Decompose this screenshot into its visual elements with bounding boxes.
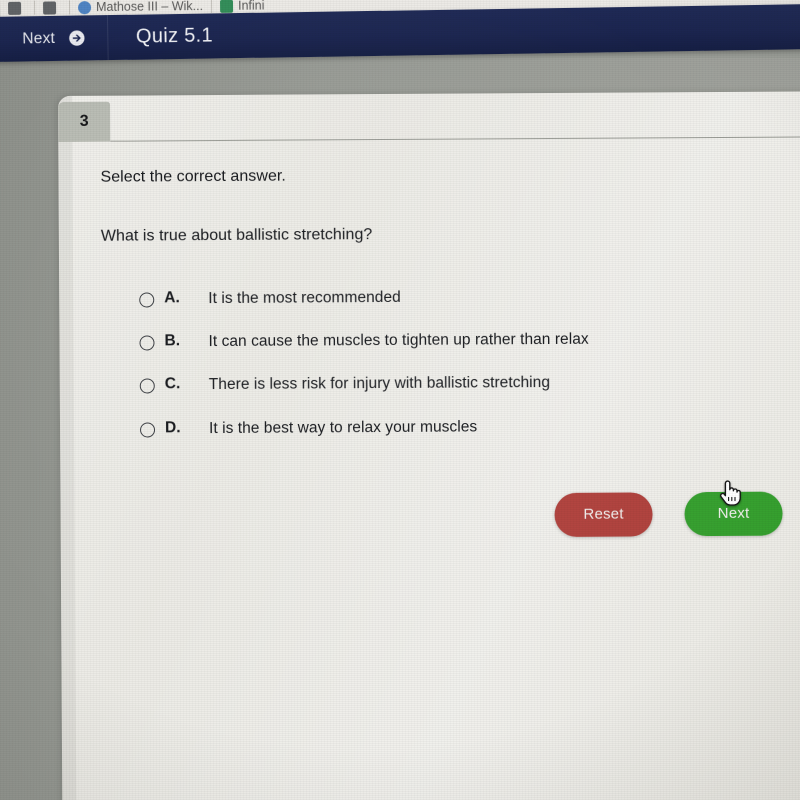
browser-tab[interactable]: [0, 1, 34, 15]
instruction-text: Select the correct answer.: [100, 167, 286, 186]
question-number: 3: [79, 112, 89, 130]
answer-options-list: A. It is the most recommended B. It can …: [139, 285, 792, 438]
question-header-rule: [110, 136, 800, 142]
question-body: Select the correct answer. What is true …: [100, 164, 792, 463]
option-text-d: It is the best way to relax your muscles: [208, 418, 478, 437]
answer-option-d[interactable]: D. It is the best way to relax your musc…: [139, 415, 792, 438]
option-letter-b: B.: [164, 332, 181, 350]
radio-button-c[interactable]: [139, 378, 155, 394]
option-letter-a: A.: [164, 288, 180, 306]
answer-option-b[interactable]: B. It can cause the muscles to tighten u…: [139, 328, 791, 351]
browser-tab[interactable]: Infini: [212, 0, 273, 13]
favicon-icon: [78, 0, 92, 14]
favicon-icon: [8, 1, 22, 15]
next-button[interactable]: Next: [684, 491, 783, 537]
action-button-row: Reset Next: [554, 491, 783, 537]
browser-tab-title: Infini: [237, 0, 265, 13]
quiz-title: Quiz 5.1: [135, 24, 214, 48]
option-letter-d: D.: [164, 418, 181, 437]
question-number-tab[interactable]: 3: [58, 101, 111, 142]
question-card: 3 Select the correct answer. What is tru…: [58, 91, 800, 800]
card-left-shading: [58, 95, 77, 800]
browser-tab-title: Mathose III – Wik...: [96, 0, 204, 15]
question-text: What is true about ballistic stretching?: [100, 225, 373, 245]
browser-tab[interactable]: [35, 0, 69, 15]
favicon-icon: [43, 0, 57, 15]
radio-button-d[interactable]: [139, 422, 156, 438]
option-text-b: It can cause the muscles to tighten up r…: [208, 330, 589, 351]
option-text-c: There is less risk for injury with balli…: [208, 374, 551, 394]
browser-tab[interactable]: Mathose III – Wik...: [70, 0, 211, 14]
radio-button-a[interactable]: [139, 292, 155, 308]
option-text-a: It is the most recommended: [208, 288, 401, 307]
reset-button[interactable]: Reset: [554, 492, 653, 537]
radio-button-b[interactable]: [139, 335, 155, 351]
arrow-circle-right-icon: [68, 30, 85, 46]
answer-option-c[interactable]: C. There is less risk for injury with ba…: [139, 372, 792, 395]
screen-photo: Mathose III – Wik... Infini Next Quiz 5.…: [0, 0, 800, 800]
header-next-button[interactable]: Next: [22, 29, 107, 48]
header-next-label: Next: [22, 29, 56, 47]
favicon-icon: [219, 0, 234, 13]
option-letter-c: C.: [164, 375, 181, 393]
answer-option-a[interactable]: A. It is the most recommended: [139, 285, 791, 308]
